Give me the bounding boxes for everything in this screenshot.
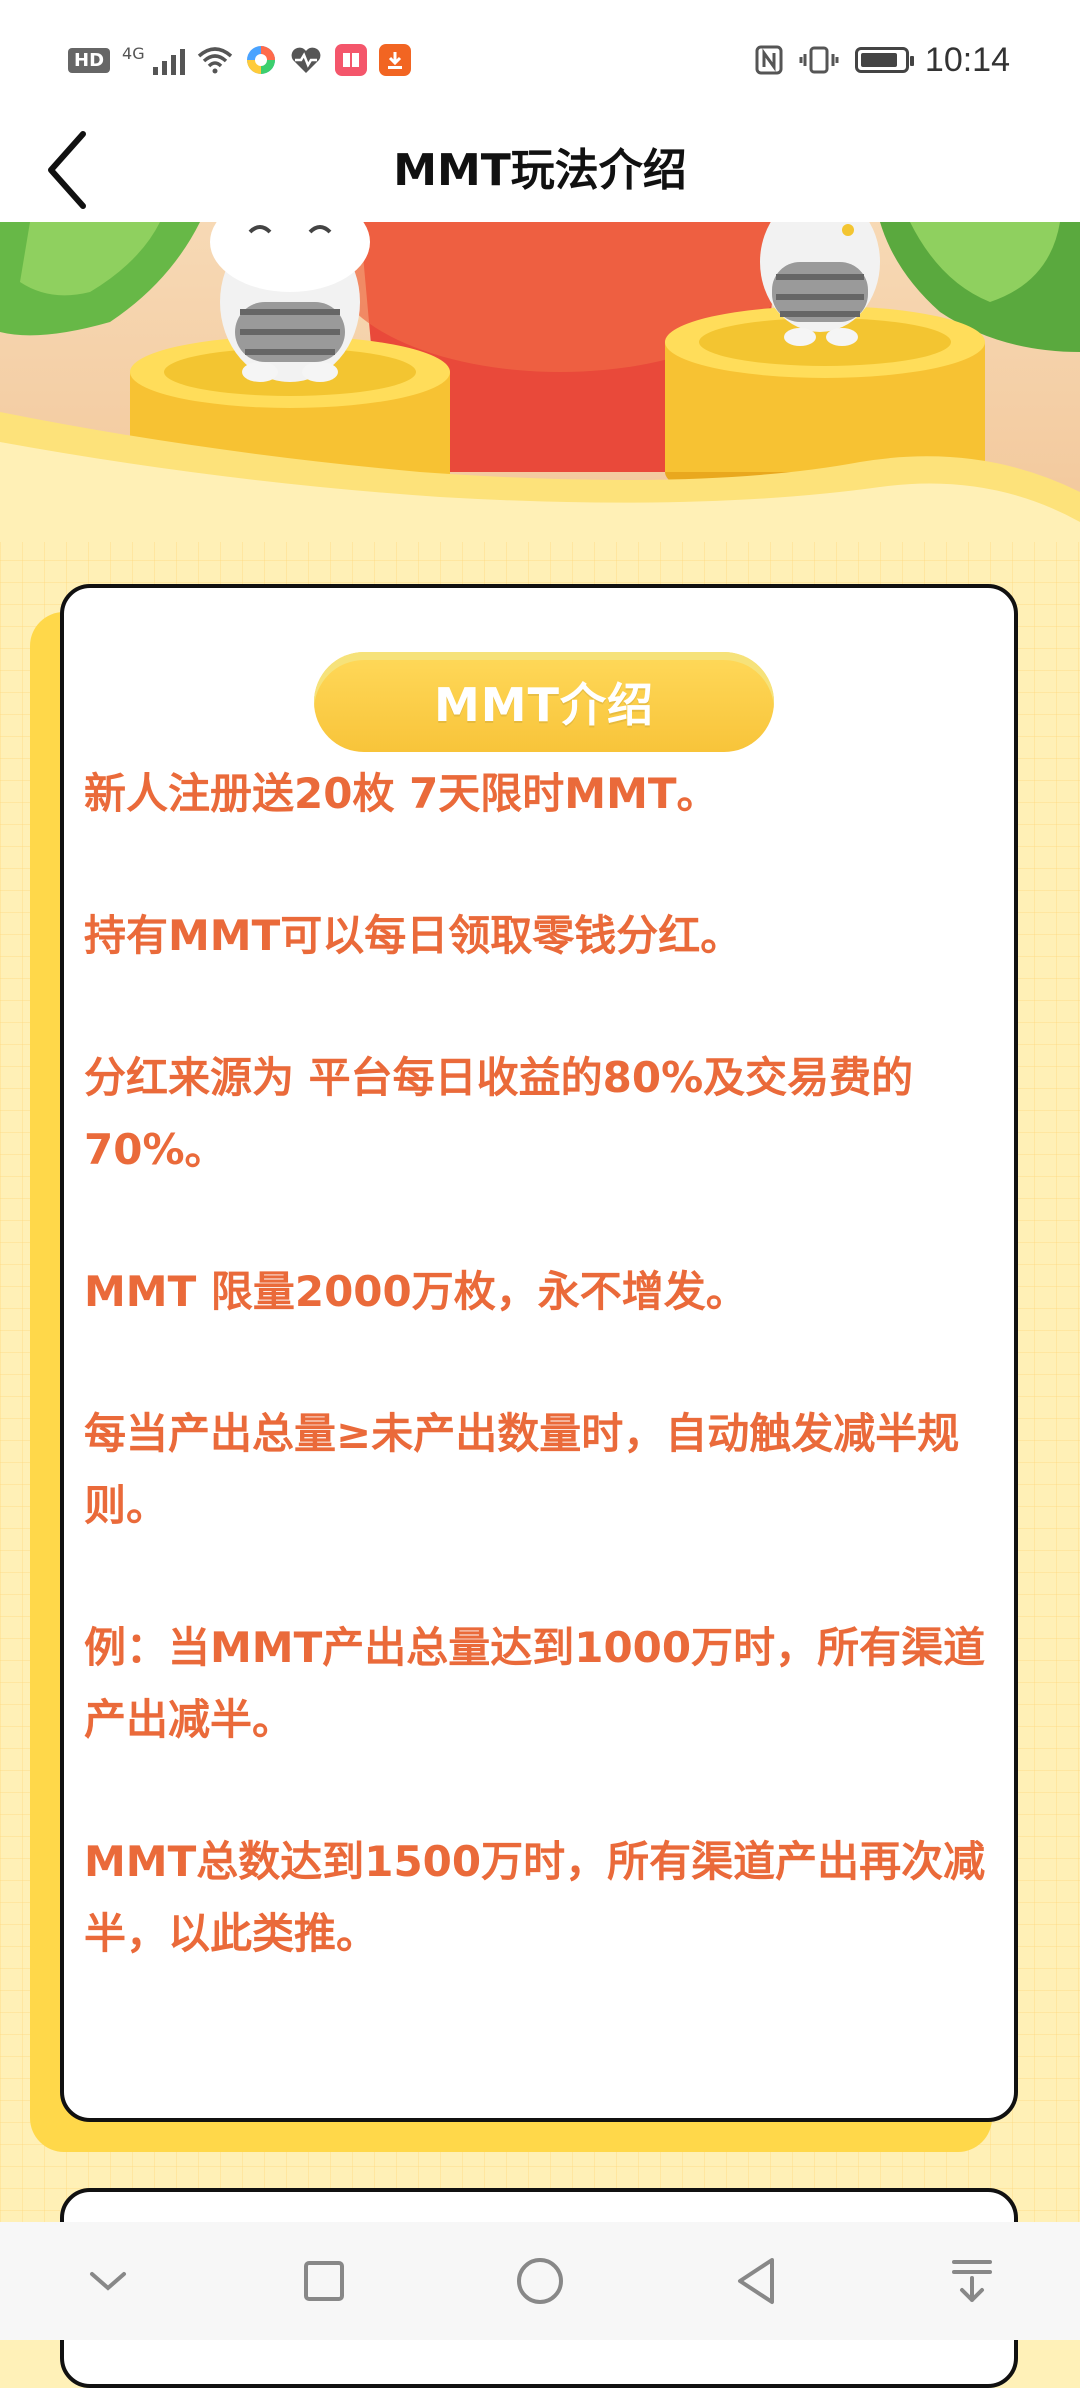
nav-recents-button[interactable] xyxy=(284,2241,364,2321)
intro-paragraph: MMT 限量2000万枚，永不增发。 xyxy=(84,1267,748,1316)
intro-paragraph: MMT总数达到1500万时，所有渠道产出再次减半，以此类推。 xyxy=(84,1837,986,1958)
nav-notification-button[interactable] xyxy=(932,2241,1012,2321)
circle-icon xyxy=(517,2258,563,2304)
battery-icon xyxy=(854,47,914,73)
status-bar: HD 4G 10:14 xyxy=(0,0,1080,120)
nav-back-button[interactable] xyxy=(716,2241,796,2321)
network-type: 4G xyxy=(122,44,145,63)
status-right: 10:14 xyxy=(755,41,1080,80)
banner-art xyxy=(0,222,1080,542)
heart-rate-icon xyxy=(291,47,320,73)
triangle-back-icon xyxy=(738,2258,774,2304)
download-app-icon xyxy=(378,44,411,76)
intro-paragraph: 每当产出总量≥未产出数量时，自动触发减半规则。 xyxy=(84,1409,960,1530)
intro-content: 新人注册送20枚 7天限时MMT。 持有MMT可以每日领取零钱分红。 分红来源为… xyxy=(84,758,994,2040)
intro-paragraph: 新人注册送20枚 7天限时MMT。 xyxy=(84,769,719,818)
cell-signal-icon xyxy=(152,45,185,75)
vibrate-icon xyxy=(799,46,839,74)
navigation-bar xyxy=(0,2222,1080,2340)
title-bar: MMT玩法介绍 xyxy=(0,120,1080,222)
status-left: HD 4G xyxy=(0,44,411,76)
intro-paragraph: 例：当MMT产出总量达到1000万时，所有渠道产出减半。 xyxy=(84,1623,986,1744)
nfc-icon xyxy=(755,45,783,75)
intro-paragraph: 持有MMT可以每日领取零钱分红。 xyxy=(84,911,743,960)
chevron-down-icon xyxy=(90,2272,126,2291)
mmt-intro-card: MMT介绍 新人注册送20枚 7天限时MMT。 持有MMT可以每日领取零钱分红。… xyxy=(60,584,1018,2122)
square-icon xyxy=(304,2261,344,2301)
book-app-icon xyxy=(334,44,367,76)
nav-home-button[interactable] xyxy=(500,2241,580,2321)
pull-down-icon xyxy=(952,2260,992,2302)
page-title: MMT玩法介绍 xyxy=(393,145,687,196)
status-time: 10:14 xyxy=(924,40,1010,79)
intro-paragraph: 分红来源为 平台每日收益的80%及交易费的70%。 xyxy=(84,1053,914,1174)
banner-illustration xyxy=(0,222,1080,542)
wifi-icon xyxy=(197,47,232,74)
nav-collapse-button[interactable] xyxy=(68,2241,148,2321)
section-heading-pill: MMT介绍 xyxy=(314,652,774,752)
hd-badge: HD xyxy=(68,47,111,73)
section-heading: MMT介绍 xyxy=(434,678,654,732)
app-circle-icon xyxy=(246,46,275,74)
